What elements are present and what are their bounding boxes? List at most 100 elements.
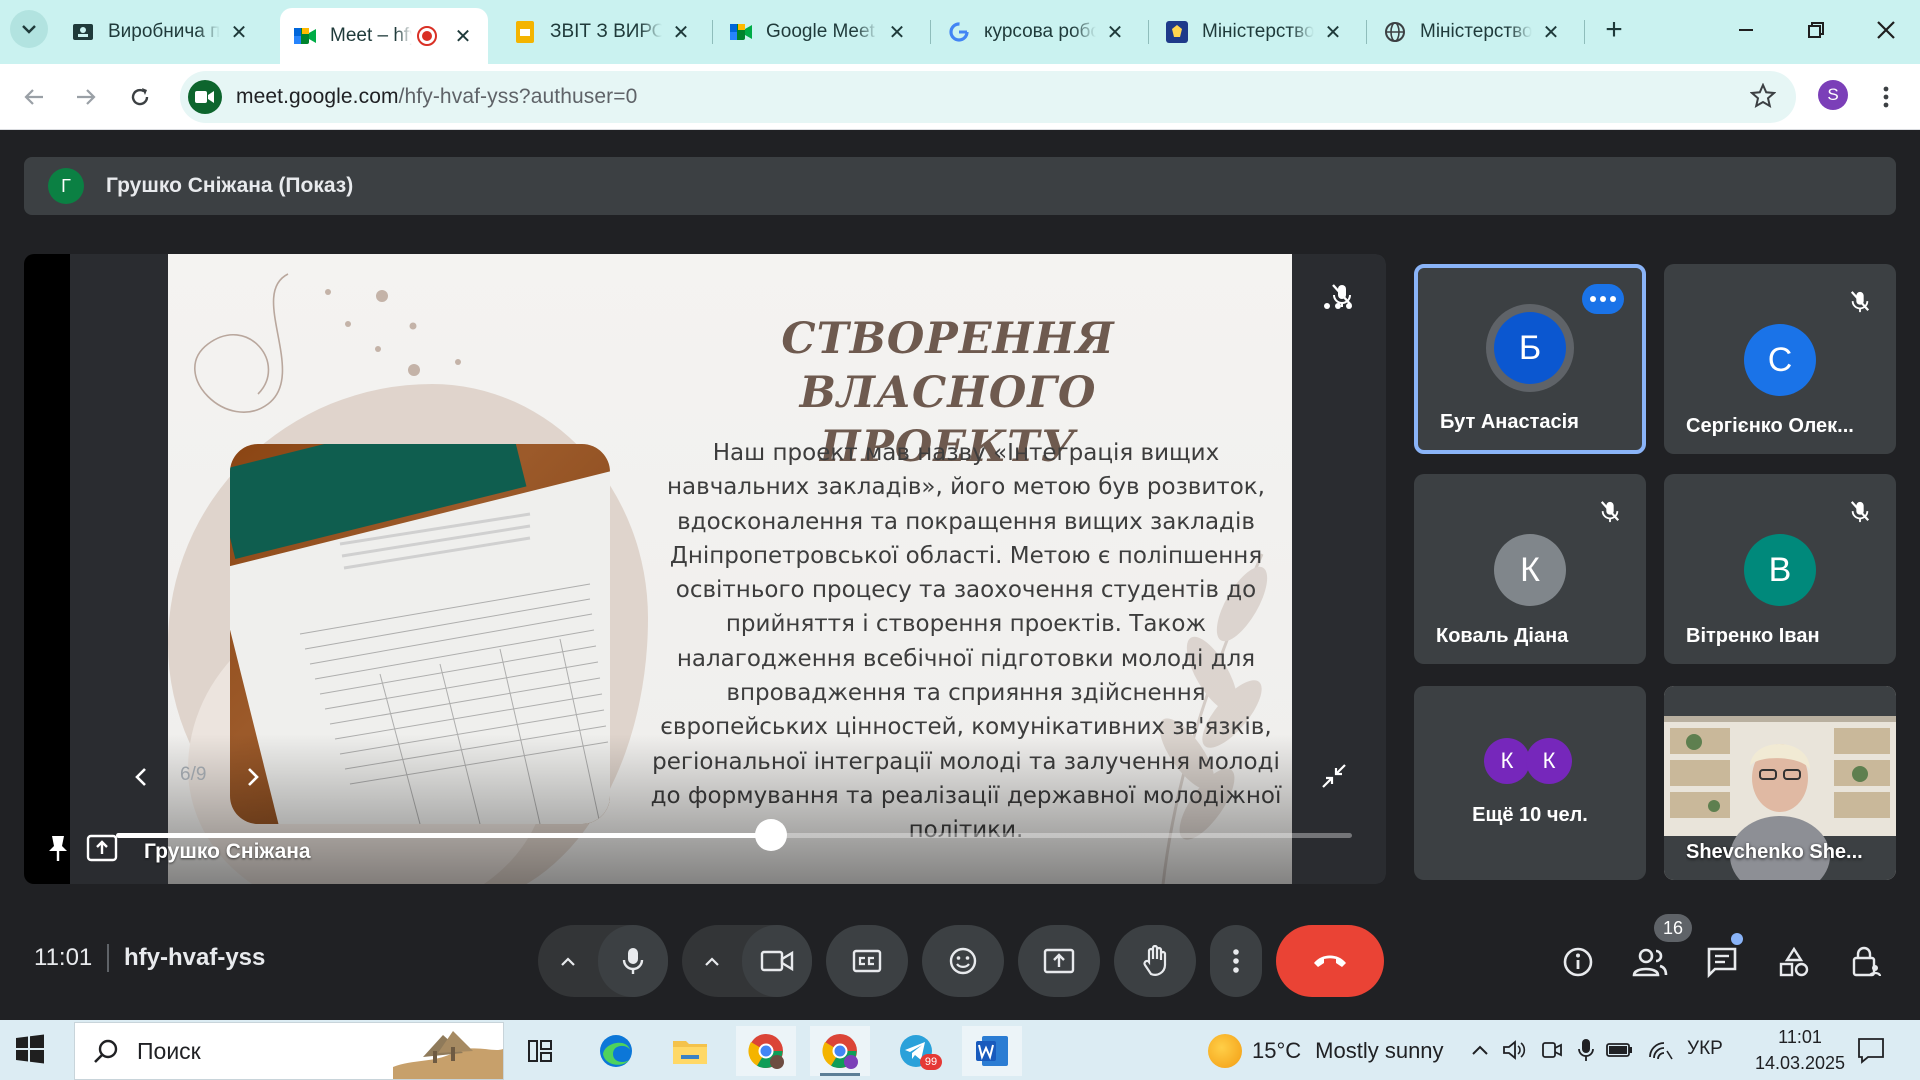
more-options-button[interactable] <box>1210 925 1262 997</box>
participant-tile[interactable]: К Коваль Діана <box>1414 474 1646 664</box>
battery-icon[interactable] <box>1606 1036 1634 1064</box>
tab-coursework[interactable]: курсова робота ✕ <box>934 8 1140 56</box>
exit-fullscreen-button[interactable] <box>1314 756 1354 796</box>
meet-indicator-icon[interactable] <box>1538 1036 1566 1064</box>
participant-tile[interactable]: С Сергієнко Олек... <box>1664 264 1896 454</box>
wifi-icon[interactable] <box>1646 1036 1674 1064</box>
taskbar-file-explorer[interactable] <box>660 1026 720 1076</box>
close-icon[interactable]: ✕ <box>228 21 250 44</box>
microphone-button[interactable] <box>598 925 668 997</box>
tab-practice[interactable]: Виробнича практика ✕ <box>58 8 264 56</box>
present-screen-button[interactable] <box>1018 925 1100 997</box>
slide-progress-slider[interactable] <box>116 819 1352 851</box>
meeting-code: hfy-hvaf-yss <box>124 944 266 971</box>
back-button[interactable] <box>12 75 56 119</box>
participant-avatar: С <box>1744 324 1816 396</box>
google-icon <box>948 21 970 43</box>
bookmark-star-icon[interactable] <box>1749 82 1777 114</box>
activities-button[interactable] <box>1772 940 1816 984</box>
close-window-button[interactable] <box>1864 10 1908 50</box>
participant-video-tile[interactable]: Shevchenko She... <box>1664 686 1896 880</box>
new-tab-button[interactable]: + <box>1596 12 1632 48</box>
minimize-button[interactable] <box>1724 10 1768 50</box>
tab-separator <box>930 20 931 44</box>
participant-name: Бут Анастасія <box>1440 411 1579 433</box>
reactions-button[interactable] <box>922 925 1004 997</box>
forward-button[interactable] <box>64 75 108 119</box>
close-icon[interactable]: ✕ <box>452 25 474 48</box>
captions-button[interactable] <box>826 925 908 997</box>
chrome-icon <box>822 1034 858 1069</box>
participant-avatar: В <box>1744 534 1816 606</box>
chevron-right-icon <box>248 768 259 786</box>
chevron-down-icon <box>22 25 36 34</box>
close-icon[interactable]: ✕ <box>886 21 908 44</box>
audio-options-button[interactable] <box>538 925 598 997</box>
participant-tile[interactable]: В Вітренко Іван <box>1664 474 1896 664</box>
meet-icon <box>730 21 752 43</box>
restore-icon <box>1808 22 1824 38</box>
taskbar-chrome-profile-1[interactable] <box>736 1026 796 1076</box>
raise-hand-button[interactable] <box>1114 925 1196 997</box>
video-options-button[interactable] <box>682 925 742 997</box>
chat-button[interactable] <box>1700 940 1744 984</box>
weather-widget[interactable]: 15°C Mostly sunny <box>1208 1034 1444 1068</box>
more-participants-label: Ещё 10 чел. <box>1472 804 1588 826</box>
slide-control-shade <box>168 734 1292 884</box>
stage-more-options-button[interactable] <box>1322 296 1354 316</box>
tab-ministry-1[interactable]: Міністерство освіти ✕ <box>1152 8 1358 56</box>
participant-tile[interactable]: Б Бут Анастасія <box>1414 264 1646 454</box>
taskbar-chrome-profile-2[interactable] <box>810 1026 870 1076</box>
task-view-button[interactable] <box>510 1026 570 1076</box>
tab-title: Google Meet <box>766 21 875 42</box>
url-text: meet.google.com/hfy-hvaf-yss?authuser=0 <box>236 85 637 109</box>
tab-meet-active[interactable]: Meet – hfy-hvaf-yss ✕ <box>280 8 488 64</box>
meeting-details-button[interactable] <box>1556 940 1600 984</box>
close-icon[interactable]: ✕ <box>670 21 692 44</box>
stage-presenter-name: Грушко Сніжана <box>144 840 311 863</box>
chat-notification-dot <box>1731 933 1743 945</box>
tab-ministry-2[interactable]: Міністерство освіти ✕ <box>1370 8 1576 56</box>
tab-google-meet[interactable]: Google Meet ✕ <box>716 8 922 56</box>
close-icon[interactable]: ✕ <box>1540 21 1562 44</box>
people-button[interactable] <box>1628 940 1672 984</box>
presentation-stage: СТВОРЕННЯ ВЛАСНОГО ПРОЕКТУ Наш проект ма… <box>24 254 1386 884</box>
reload-button[interactable] <box>118 75 162 119</box>
host-controls-button[interactable] <box>1844 940 1888 984</box>
input-language[interactable]: УКР <box>1687 1038 1723 1060</box>
chevron-left-icon <box>135 768 146 786</box>
microphone-in-use-icon[interactable] <box>1572 1036 1600 1064</box>
chrome-icon <box>748 1034 784 1069</box>
taskbar-telegram[interactable]: 99 <box>886 1026 946 1076</box>
restore-button[interactable] <box>1794 10 1838 50</box>
notification-icon <box>1858 1038 1884 1064</box>
tab-title: Міністерство освіти <box>1202 21 1314 42</box>
taskbar-search[interactable]: Поиск <box>74 1022 504 1080</box>
tab-search-button[interactable] <box>10 10 48 48</box>
notifications-button[interactable] <box>1856 1036 1886 1064</box>
taskbar-edge[interactable] <box>586 1026 646 1076</box>
taskbar-clock[interactable]: 11:01 14.03.2025 <box>1752 1024 1848 1076</box>
tab-report[interactable]: ЗВІТ З ВИРОБНИЧОЇ ✕ <box>500 8 706 56</box>
previous-slide-button[interactable] <box>122 758 160 796</box>
address-bar[interactable]: meet.google.com/hfy-hvaf-yss?authuser=0 <box>180 71 1796 123</box>
participant-mini-avatar: К <box>1484 738 1530 784</box>
browser-menu-button[interactable] <box>1874 80 1898 114</box>
chevron-up-icon <box>561 957 575 966</box>
search-placeholder: Поиск <box>137 1037 201 1064</box>
pin-button[interactable] <box>40 830 76 866</box>
partly-sunny-icon <box>1208 1034 1242 1068</box>
leave-call-button[interactable] <box>1276 925 1384 997</box>
slide-progress-handle[interactable] <box>755 819 788 851</box>
participant-options-button[interactable] <box>1582 284 1624 314</box>
taskbar-word[interactable] <box>962 1026 1022 1076</box>
close-icon[interactable]: ✕ <box>1104 21 1126 44</box>
close-icon[interactable]: ✕ <box>1322 21 1344 44</box>
profile-avatar[interactable]: S <box>1818 80 1848 110</box>
windows-start-button[interactable] <box>14 1033 48 1067</box>
volume-button[interactable] <box>1500 1036 1528 1064</box>
more-participants-tile[interactable]: К К Ещё 10 чел. <box>1414 686 1646 880</box>
show-hidden-icons-button[interactable] <box>1466 1036 1494 1064</box>
next-slide-button[interactable] <box>234 758 272 796</box>
camera-button[interactable] <box>742 925 812 997</box>
